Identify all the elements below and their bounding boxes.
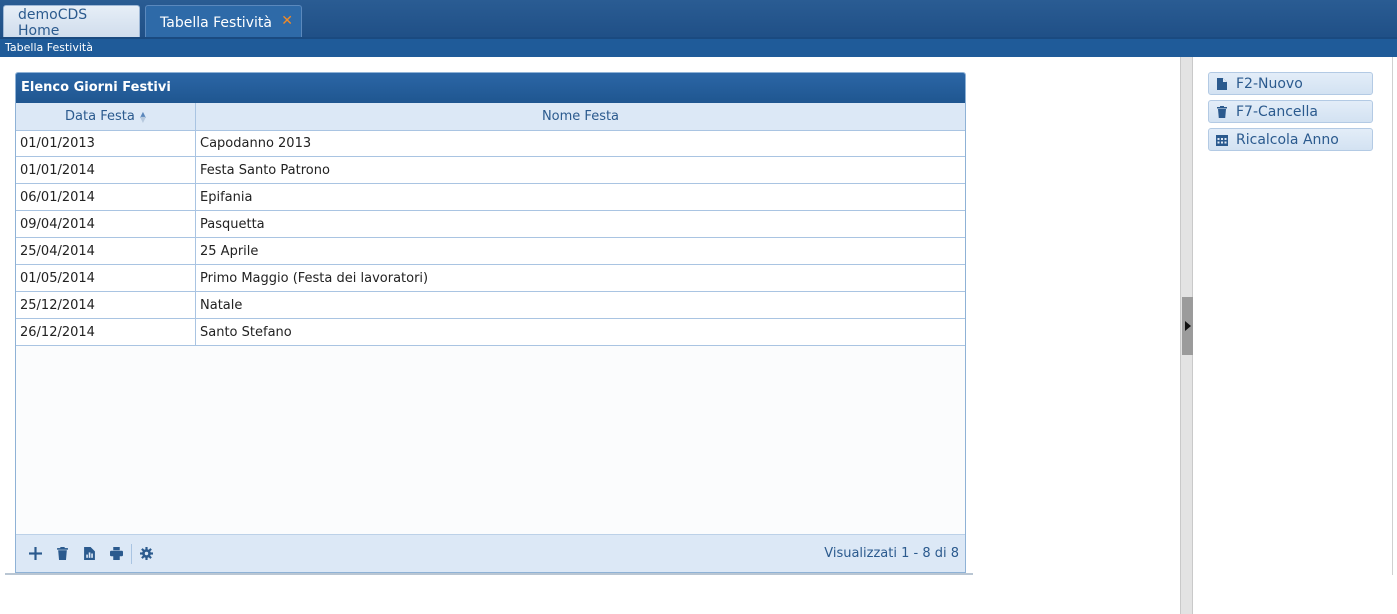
pager-info: Visualizzati 1 - 8 di 8	[824, 546, 959, 561]
breadcrumb: Tabella Festività	[0, 39, 1397, 57]
cell-date: 01/01/2013	[16, 131, 196, 156]
cell-name: 25 Aprile	[200, 243, 259, 259]
export-button[interactable]	[76, 542, 103, 566]
cell-name: Epifania	[200, 189, 253, 205]
splitter[interactable]	[1180, 57, 1193, 614]
cell-name: Festa Santo Patrono	[200, 162, 330, 178]
print-icon	[110, 547, 123, 560]
toolbar-separator	[131, 543, 132, 564]
cell-date: 01/01/2014	[16, 157, 196, 183]
cell-name: Capodanno 2013	[200, 136, 312, 151]
grid-empty-area	[16, 346, 965, 534]
column-header-name[interactable]: Nome Festa	[196, 103, 965, 130]
table-row[interactable]: 01/05/2014 Primo Maggio (Festa dei lavor…	[16, 265, 965, 292]
delete-action-button[interactable]: F7-Cancella	[1208, 100, 1373, 123]
calendar-icon	[1216, 134, 1228, 146]
print-button[interactable]	[103, 542, 130, 566]
cell-date: 26/12/2014	[16, 319, 196, 345]
table-row[interactable]: 25/12/2014 Natale	[16, 292, 965, 319]
tab-democds-home[interactable]: demoCDS Home	[3, 5, 140, 39]
button-label: F2-Nuovo	[1236, 75, 1303, 92]
cell-name: Santo Stefano	[200, 324, 292, 340]
table-row[interactable]: 01/01/2013 Capodanno 2013	[16, 131, 965, 157]
add-icon	[29, 547, 42, 560]
cell-date: 25/12/2014	[16, 292, 196, 318]
close-icon[interactable]: ✕	[281, 13, 293, 29]
grid-title: Elenco Giorni Festivi	[16, 73, 965, 103]
cell-date: 25/04/2014	[16, 238, 196, 264]
sort-icon: ▲ ▼	[139, 109, 146, 124]
grid-toolbar: Visualizzati 1 - 8 di 8	[16, 534, 965, 572]
table-row[interactable]: 25/04/2014 25 Aprile	[16, 238, 965, 265]
button-label: F7-Cancella	[1236, 103, 1318, 120]
column-header-label: Nome Festa	[541, 109, 620, 124]
cell-name: Primo Maggio (Festa dei lavoratori)	[200, 270, 429, 286]
delete-icon	[57, 547, 68, 560]
settings-icon	[140, 547, 153, 560]
add-button[interactable]	[22, 542, 49, 566]
grid-body: 01/01/2013 Capodanno 2013 01/01/2014 Fes…	[16, 131, 965, 346]
button-label: Ricalcola Anno	[1236, 131, 1339, 148]
grid-column-headers: Data Festa ▲ ▼ Nome Festa	[16, 103, 965, 131]
delete-button[interactable]	[49, 542, 76, 566]
export-icon	[84, 547, 95, 560]
column-header-label: Data Festa	[65, 109, 135, 124]
collapse-toggle-button[interactable]	[1182, 297, 1193, 355]
table-row[interactable]: 26/12/2014 Santo Stefano	[16, 319, 965, 346]
cell-date: 09/04/2014	[16, 211, 196, 237]
cell-name: Natale	[200, 297, 243, 313]
cell-date: 06/01/2014	[16, 184, 196, 210]
tab-label: Tabella Festività	[160, 14, 272, 31]
cell-name: Pasquetta	[200, 216, 265, 232]
table-row[interactable]: 06/01/2014 Epifania	[16, 184, 965, 211]
tab-bar: demoCDS Home Tabella Festività ✕	[0, 0, 1397, 39]
tab-label: demoCDS Home	[18, 6, 88, 39]
settings-button[interactable]	[133, 542, 160, 566]
holidays-grid-panel: Elenco Giorni Festivi Data Festa ▲ ▼ Nome…	[15, 72, 966, 573]
actions-pane: F2-Nuovo F7-Cancella Ricalcola Anno	[1193, 57, 1393, 575]
trash-icon	[1217, 105, 1227, 118]
recalculate-year-button[interactable]: Ricalcola Anno	[1208, 128, 1373, 151]
new-button[interactable]: F2-Nuovo	[1208, 72, 1373, 95]
cell-date: 01/05/2014	[16, 265, 196, 291]
column-header-date[interactable]: Data Festa ▲ ▼	[16, 103, 196, 130]
table-row[interactable]: 09/04/2014 Pasquetta	[16, 211, 965, 238]
file-icon	[1217, 77, 1227, 90]
panel-divider	[5, 573, 973, 575]
tab-tabella-festivita[interactable]: Tabella Festività ✕	[145, 5, 302, 39]
table-row[interactable]: 01/01/2014 Festa Santo Patrono	[16, 157, 965, 184]
